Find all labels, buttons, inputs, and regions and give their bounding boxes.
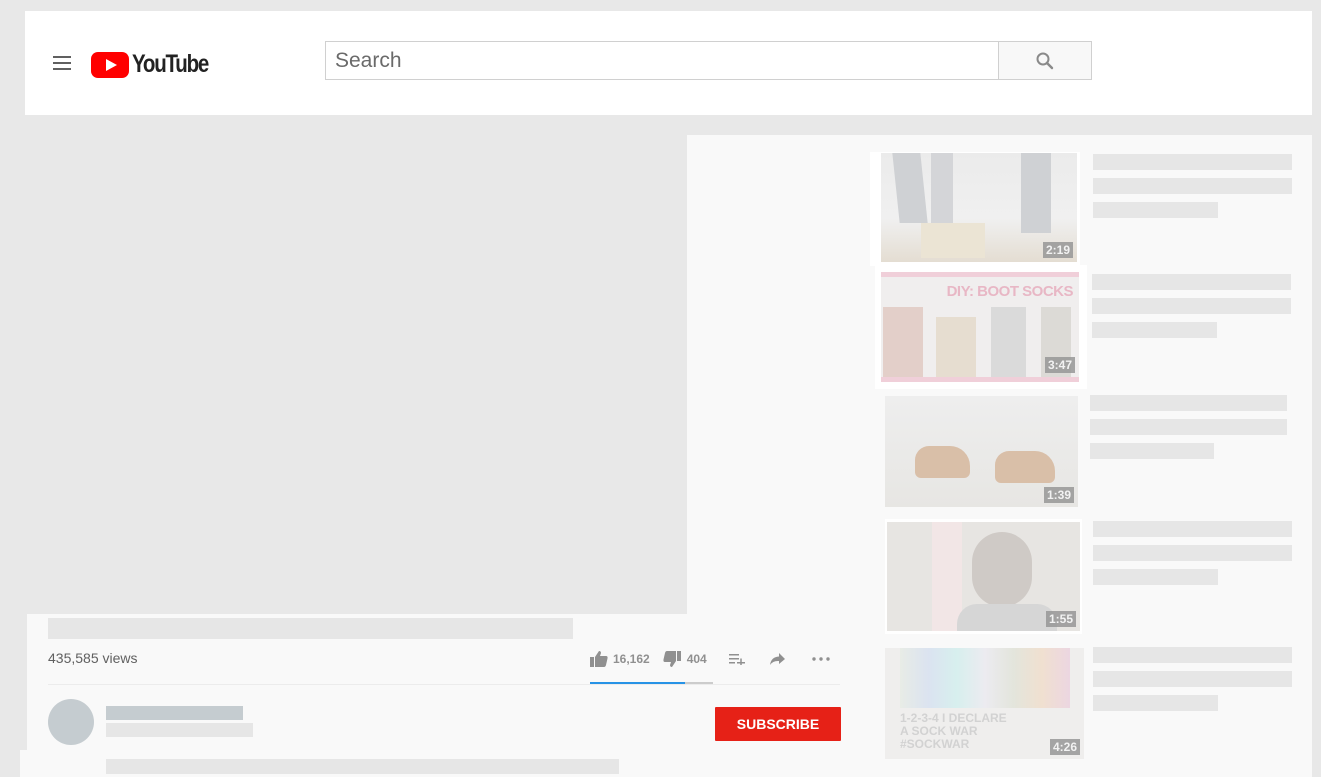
- thumbnail-person: [972, 532, 1032, 607]
- related-channel-placeholder: [1092, 322, 1217, 338]
- thumbnail-box: [921, 223, 985, 258]
- video-duration: 2:19: [1042, 242, 1073, 258]
- thumbnail-socks: [900, 648, 1070, 708]
- share-icon: [769, 653, 785, 665]
- view-count: 435,585 views: [48, 650, 138, 666]
- description-placeholder: [106, 759, 619, 774]
- related-channel-placeholder: [1093, 202, 1218, 218]
- like-count: 16,162: [613, 652, 650, 666]
- dislike-count: 404: [686, 652, 707, 666]
- related-channel-placeholder: [1093, 569, 1218, 585]
- search-input[interactable]: [326, 42, 998, 79]
- page-edge: [1312, 135, 1321, 777]
- thumbnail-shoe: [915, 446, 970, 478]
- related-title-placeholder: [1093, 178, 1292, 194]
- related-title-placeholder: [1093, 545, 1292, 561]
- video-title-placeholder: [48, 618, 573, 639]
- subscriber-count-placeholder: [106, 723, 253, 737]
- search-button[interactable]: [999, 41, 1092, 80]
- related-title-placeholder: [1093, 671, 1292, 687]
- related-video-thumbnail[interactable]: 1-2-3-4 I DECLARE A SOCK WAR #SOCKWAR 4:…: [885, 648, 1084, 759]
- channel-name-placeholder: [106, 706, 243, 720]
- thumbnail-figure: [892, 153, 928, 223]
- channel-avatar[interactable]: [48, 699, 94, 745]
- thumbnail-boot: [883, 307, 923, 377]
- search-icon: [1036, 52, 1054, 69]
- thumbs-up-icon: [590, 651, 608, 667]
- subscribe-button[interactable]: SUBSCRIBE: [715, 707, 841, 741]
- thumbnail-caption: 1-2-3-4 I DECLARE A SOCK WAR #SOCKWAR: [900, 711, 1007, 751]
- hamburger-menu-icon[interactable]: [53, 56, 71, 70]
- related-channel-placeholder: [1090, 443, 1214, 459]
- thumbnail-caption: DIY: BOOT SOCKS: [946, 283, 1074, 300]
- share-button[interactable]: [769, 653, 785, 665]
- thumbnail-figure: [1021, 153, 1051, 233]
- dislike-button[interactable]: 404: [663, 651, 707, 667]
- video-duration: 4:26: [1049, 739, 1080, 755]
- thumbs-down-icon: [663, 651, 681, 667]
- video-duration: 1:55: [1045, 611, 1076, 627]
- related-title-placeholder: [1090, 419, 1287, 435]
- like-button[interactable]: 16,162: [590, 651, 650, 667]
- related-title-placeholder: [1090, 395, 1287, 411]
- related-channel-placeholder: [1093, 695, 1218, 711]
- thumbnail-shoe: [995, 451, 1055, 483]
- search-box: [325, 41, 999, 80]
- related-title-placeholder: [1093, 154, 1292, 170]
- video-duration: 3:47: [1044, 357, 1075, 373]
- thumbnail-sock: [932, 522, 962, 631]
- related-title-placeholder: [1093, 521, 1292, 537]
- thumbnail-boot: [936, 317, 976, 377]
- related-video-thumbnail[interactable]: 1:39: [885, 396, 1078, 507]
- youtube-play-icon: [91, 51, 129, 78]
- add-to-playlist-button[interactable]: [728, 653, 746, 665]
- divider: [48, 684, 840, 685]
- video-actions: 16,162 404: [590, 651, 830, 667]
- masthead: YouTube: [25, 11, 1312, 115]
- youtube-logo[interactable]: YouTube: [91, 50, 225, 79]
- video-player[interactable]: [0, 135, 687, 615]
- related-title-placeholder: [1092, 274, 1291, 290]
- related-title-placeholder: [1092, 298, 1291, 314]
- more-horizontal-icon: [812, 657, 830, 661]
- thumbnail-boot: [991, 307, 1026, 377]
- related-video-thumbnail[interactable]: DIY: BOOT SOCKS 3:47: [881, 272, 1079, 382]
- logo-text: YouTube: [132, 50, 209, 78]
- playlist-add-icon: [728, 654, 745, 665]
- related-video-thumbnail[interactable]: 1:55: [887, 522, 1080, 631]
- related-title-placeholder: [1093, 647, 1292, 663]
- thumbnail-figure: [931, 153, 953, 223]
- video-duration: 1:39: [1043, 487, 1074, 503]
- thumbnail-person: [957, 604, 1057, 631]
- more-actions-button[interactable]: [812, 657, 830, 661]
- panel-edge: [20, 750, 50, 777]
- related-video-thumbnail[interactable]: 2:19: [881, 153, 1077, 262]
